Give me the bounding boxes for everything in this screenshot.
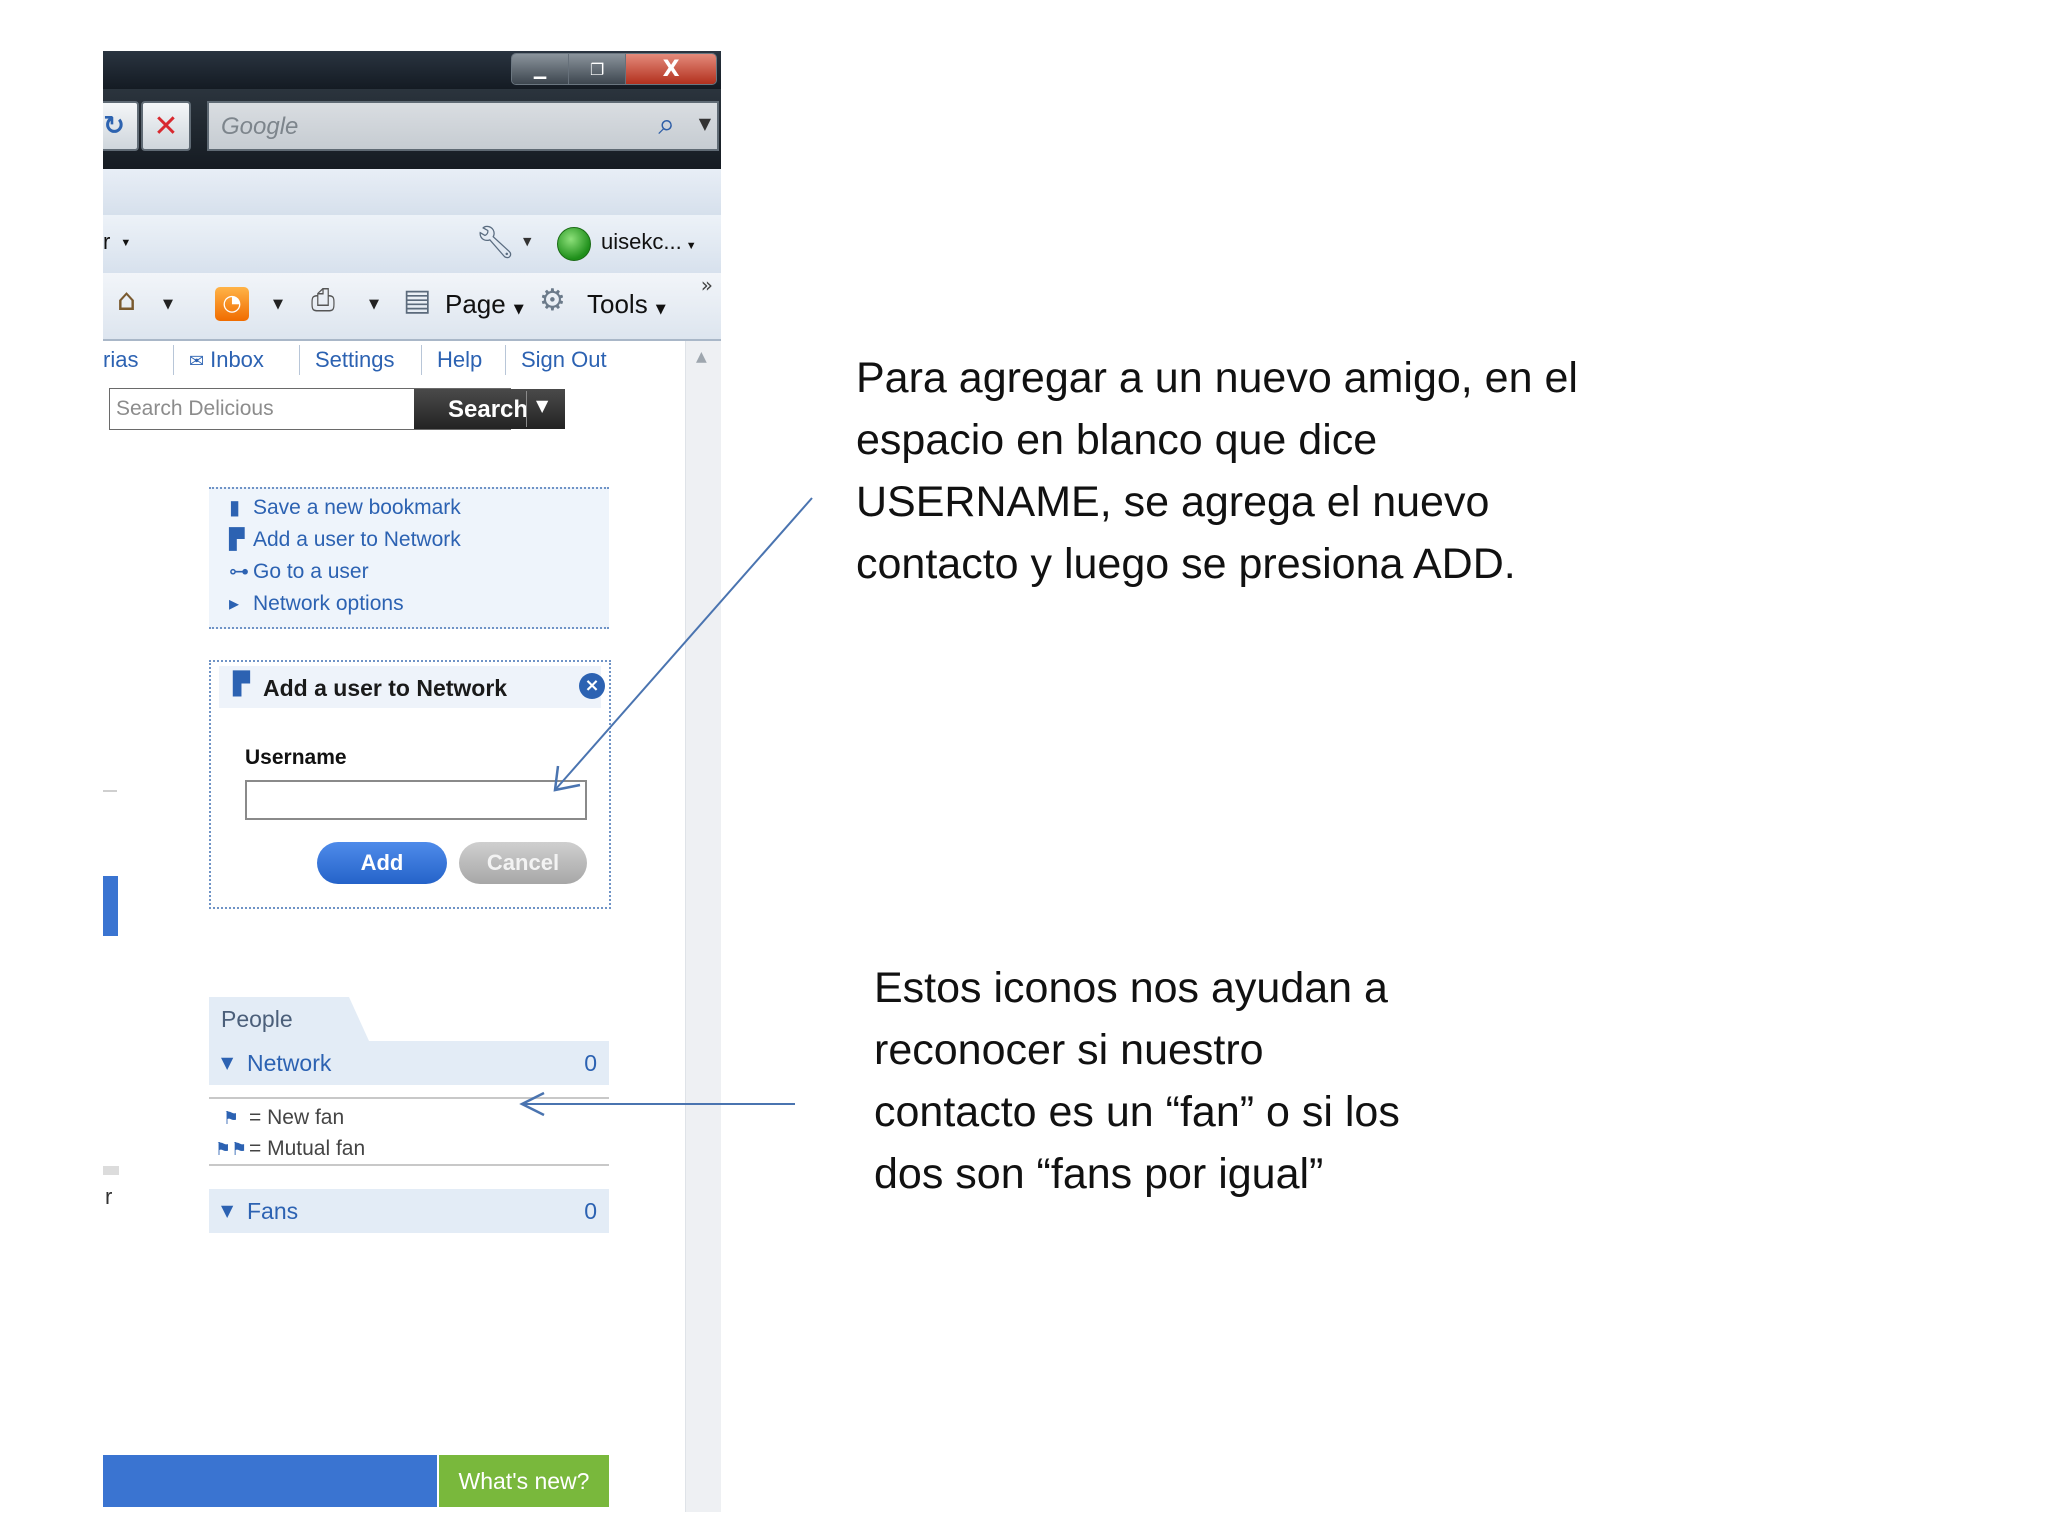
arrow-to-legend [519, 1091, 795, 1117]
annotation-arrows [519, 497, 813, 1117]
arrow-to-username [553, 497, 813, 792]
annotation-add-friend: Para agregar a un nuevo amigo, en el esp… [856, 354, 1578, 588]
annotation-icons-meaning: Estos iconos nos ayudan a reconocer si n… [874, 964, 1400, 1198]
